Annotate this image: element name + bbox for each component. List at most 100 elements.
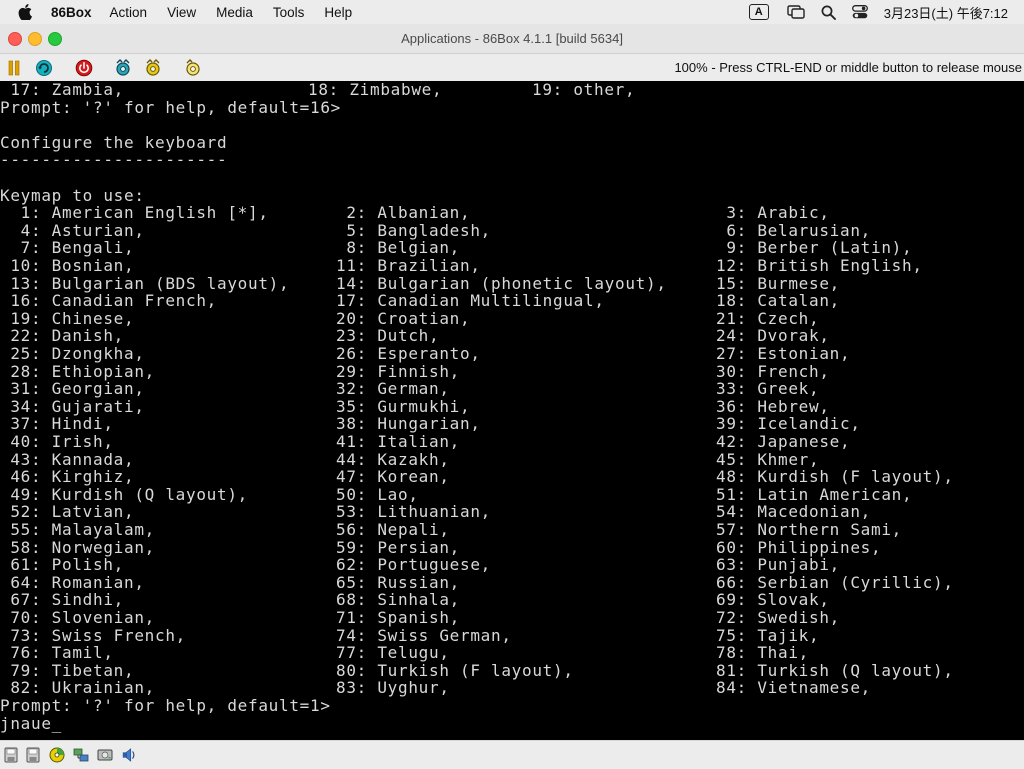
keymap-option: 67: Sindhi, [0, 590, 124, 610]
apple-icon[interactable] [18, 4, 38, 20]
keymap-option: 21: Czech, [716, 308, 820, 328]
keymap-row: 1: American English [*], 2: Albanian, 3:… [0, 204, 1024, 222]
keymap-row: 4: Asturian, 5: Bangladesh, 6: Belarusia… [0, 222, 1024, 240]
keymap-option: 18: Catalan, [716, 291, 840, 311]
keymap-option: 25: Dzongkha, [0, 344, 145, 363]
keymap-row: 7: Bengali, 8: Belgian, 9: Berber (Latin… [0, 239, 1024, 257]
hard-reset-icon[interactable] [143, 58, 163, 78]
window-title-bar[interactable]: Applications - 86Box 4.1.1 [build 5634] [0, 24, 1024, 54]
keymap-option: 49: Kurdish (Q layout), [0, 484, 248, 504]
keymap-row: 43: Kannada, 44: Kazakh, 45: Khmer, [0, 449, 1024, 469]
keymap-option: 19: Chinese, [0, 308, 135, 328]
emulator-screen[interactable]: 17: Zambia, 18: Zimbabwe, 19: other, Pro… [0, 81, 1024, 740]
keymap-option: 46: Kirghiz, [0, 467, 135, 487]
keymap-option: 82: Ukrainian, [0, 678, 155, 698]
keymap-row: 73: Swiss French, 74: Swiss German, 75: Ta… [0, 625, 1024, 645]
keymap-option: 57: Northern Sami, [716, 520, 902, 539]
keymap-option: 73: Swiss French, [0, 625, 186, 645]
keymap-option: 20: Croatian, [336, 308, 471, 328]
control-center-icon[interactable] [851, 5, 868, 19]
window-title: Applications - 86Box 4.1.1 [build 5634] [401, 31, 623, 46]
floppy-drive-2-icon[interactable] [25, 747, 41, 763]
hard-disk-icon[interactable] [97, 747, 113, 763]
keymap-option: 1: American English [*], [0, 203, 269, 223]
menu-tools[interactable]: Tools [273, 5, 305, 20]
mouse-capture-icon[interactable] [183, 58, 203, 78]
keymap-option: 75: Tajik, [716, 625, 820, 645]
keymap-row: 70: Slovenian, 71: Spanish, 72: Swedish, [0, 609, 1024, 627]
keymap-option: 4: Asturian, [0, 220, 145, 240]
keymap-row: 37: Hindi, 38: Hungarian, 39: Icelandic, [0, 415, 1024, 433]
menu-view[interactable]: View [167, 5, 196, 20]
keymap-row: 10: Bosnian, 11: Brazilian, 12: British En… [0, 257, 1024, 275]
keymap-option: 56: Nepali, [336, 520, 450, 539]
keymap-option: 48: Kurdish (F layout), [716, 467, 954, 487]
keymap-option: 71: Spanish, [336, 608, 460, 627]
keymap-option: 58: Norwegian, [0, 537, 155, 557]
cdrom-icon[interactable] [49, 747, 65, 763]
keymap-option: 42: Japanese, [716, 432, 851, 451]
floppy-drive-1-icon[interactable] [3, 747, 19, 763]
keymap-option: 50: Lao, [336, 484, 419, 504]
emulator-status-bar [0, 740, 1024, 769]
keymap-option: 14: Bulgarian (phonetic layout), [336, 273, 667, 293]
keymap-option: 13: Bulgarian (BDS layout), [0, 273, 290, 293]
keymap-option: 3: Arabic, [716, 203, 830, 223]
console-cell: 19: other, [532, 81, 636, 99]
spotlight-search-icon[interactable] [821, 5, 836, 20]
keymap-option: 5: Bangladesh, [336, 220, 491, 240]
input-source-icon[interactable]: A [748, 4, 769, 20]
keymap-row: 49: Kurdish (Q layout), 50: Lao, 51: Latin… [0, 486, 1024, 504]
sound-icon[interactable] [121, 747, 137, 763]
pause-icon[interactable] [4, 58, 24, 78]
keymap-row: 67: Sindhi, 68: Sinhala, 69: Slovak, [0, 591, 1024, 609]
menu-media[interactable]: Media [216, 5, 253, 20]
keymap-option: 79: Tibetan, [0, 660, 135, 680]
keymap-option: 27: Estonian, [716, 344, 851, 363]
network-icon[interactable] [73, 747, 89, 763]
keymap-option: 15: Burmese, [716, 273, 840, 293]
keymap-option: 32: German, [336, 379, 450, 399]
keymap-option: 76: Tamil, [0, 643, 114, 663]
keymap-option: 37: Hindi, [0, 414, 114, 434]
keymap-option: 2: Albanian, [336, 203, 471, 223]
keymap-option: 55: Malayalam, [0, 520, 155, 539]
keymap-option: 60: Philippines, [716, 537, 882, 557]
console-cell: 18: Zimbabwe, [308, 81, 443, 99]
keymap-option: 36: Hebrew, [716, 396, 830, 416]
menu-app-name[interactable]: 86Box [51, 5, 92, 20]
console-keymap-label: Keymap to use: [0, 185, 145, 205]
keymap-option: 34: Gujarati, [0, 396, 145, 416]
menu-clock[interactable]: 3月23日(土) 午後7:12 [884, 3, 1008, 22]
keymap-option: 12: British English, [716, 256, 923, 275]
keymap-row: 61: Polish, 62: Portuguese, 63: Punjabi, [0, 556, 1024, 574]
keymap-row: 52: Latvian, 53: Lithuanian, 54: Macedonia… [0, 503, 1024, 521]
keymap-option: 11: Brazilian, [336, 256, 481, 275]
settings-icon[interactable] [113, 58, 133, 78]
keymap-option: 33: Greek, [716, 379, 820, 399]
keymap-row: 25: Dzongkha, 26: Esperanto, 27: Estonian, [0, 345, 1024, 363]
keymap-option: 54: Macedonian, [716, 502, 871, 522]
keymap-row: 28: Ethiopian, 29: Finnish, 30: French, [0, 361, 1024, 381]
ctrl-alt-del-icon[interactable] [34, 58, 54, 78]
keymap-option: 61: Polish, [0, 555, 124, 575]
menu-help[interactable]: Help [324, 5, 352, 20]
keymap-row: 31: Georgian, 32: German, 33: Greek, [0, 380, 1024, 398]
keymap-option: 53: Lithuanian, [336, 502, 491, 522]
console-section-title: Configure the keyboard [0, 132, 228, 152]
console-input[interactable]: jnaue_ [0, 714, 62, 733]
keymap-row: 79: Tibetan, 80: Turkish (F layout), 81: T… [0, 662, 1024, 680]
keymap-option: 64: Romanian, [0, 572, 145, 592]
keymap-option: 17: Canadian Multilingual, [336, 291, 605, 311]
keymap-option: 10: Bosnian, [0, 256, 135, 275]
console-cell: 17: Zambia, [0, 81, 124, 99]
keymap-option: 83: Uyghur, [336, 678, 450, 698]
menu-action[interactable]: Action [110, 5, 148, 20]
power-icon[interactable] [74, 58, 94, 78]
keymap-row: 19: Chinese, 20: Croatian, 21: Czech, [0, 310, 1024, 328]
keymap-option: 29: Finnish, [336, 361, 460, 381]
keymap-option: 16: Canadian French, [0, 291, 217, 311]
screen-mirroring-icon[interactable] [787, 5, 805, 19]
keymap-option: 44: Kazakh, [336, 449, 450, 469]
keymap-option: 6: Belarusian, [716, 220, 871, 240]
